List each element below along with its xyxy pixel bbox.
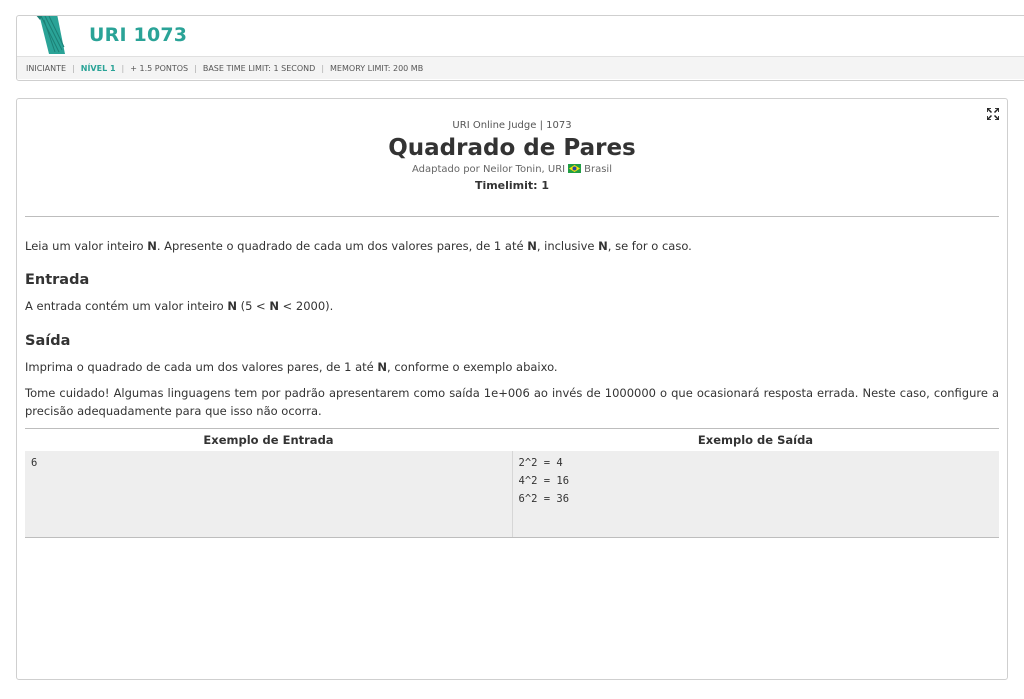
output-section-title: Saída bbox=[25, 333, 71, 349]
meta-time-limit: BASE TIME LIMIT: 1 SECOND bbox=[202, 64, 316, 73]
expand-icon[interactable] bbox=[987, 108, 999, 120]
country-text: Brasil bbox=[584, 164, 612, 175]
problem-description: Leia um valor inteiro N. Apresente o qua… bbox=[25, 239, 692, 253]
examples-table: Exemplo de Entrada Exemplo de Saída 6 2^… bbox=[25, 428, 999, 538]
problem-body: Leia um valor inteiro N. Apresente o qua… bbox=[17, 237, 1007, 538]
problem-card: URI Online Judge | 1073 Quadrado de Pare… bbox=[16, 98, 1008, 680]
author-line: Adaptado por Neilor Tonin, URI Brasil bbox=[17, 164, 1007, 175]
meta-category[interactable]: INICIANTE bbox=[26, 64, 66, 73]
problem-title: Quadrado de Pares bbox=[388, 135, 636, 161]
author-text: Adaptado por Neilor Tonin, URI bbox=[412, 164, 566, 175]
example-input-header: Exemplo de Entrada bbox=[25, 428, 512, 451]
header-divider bbox=[25, 216, 999, 217]
problem-code-title: URI 1073 bbox=[89, 24, 188, 46]
meta-points: + 1.5 PONTOS bbox=[130, 64, 189, 73]
judge-label: URI Online Judge | 1073 bbox=[452, 120, 572, 131]
input-section-title: Entrada bbox=[25, 272, 90, 288]
output-description: Imprima o quadrado de cada um dos valore… bbox=[25, 360, 558, 374]
example-input-cell[interactable]: 6 bbox=[25, 451, 513, 538]
meta-memory-limit: MEMORY LIMIT: 200 MB bbox=[330, 64, 424, 73]
problem-meta-bar: INICIANTE | NÍVEL 1 | + 1.5 PONTOS | BASE TIME… bbox=[17, 56, 1024, 79]
example-output-header: Exemplo de Saída bbox=[512, 428, 999, 451]
input-description: A entrada contém um valor inteiro N (5 <… bbox=[25, 299, 334, 313]
timelimit-label: Timelimit: 1 bbox=[474, 179, 550, 192]
meta-level[interactable]: NÍVEL 1 bbox=[81, 64, 116, 73]
problem-header-bar: URI 1073 INICIANTE | NÍVEL 1 | + 1.5 PONTOS |… bbox=[16, 15, 1024, 81]
example-output-text[interactable]: 2^2 = 4 4^2 = 16 6^2 = 36 bbox=[519, 454, 994, 508]
problem-info: URI Online Judge | 1073 Quadrado de Pare… bbox=[17, 99, 1007, 192]
example-output-cell[interactable]: 2^2 = 4 4^2 = 16 6^2 = 36 bbox=[512, 451, 999, 538]
example-input-text[interactable]: 6 bbox=[31, 454, 506, 472]
uri-logo-icon bbox=[36, 16, 65, 54]
brazil-flag-icon bbox=[568, 164, 582, 173]
warning-note: Tome cuidado! Algumas linguagens tem por… bbox=[25, 386, 999, 418]
